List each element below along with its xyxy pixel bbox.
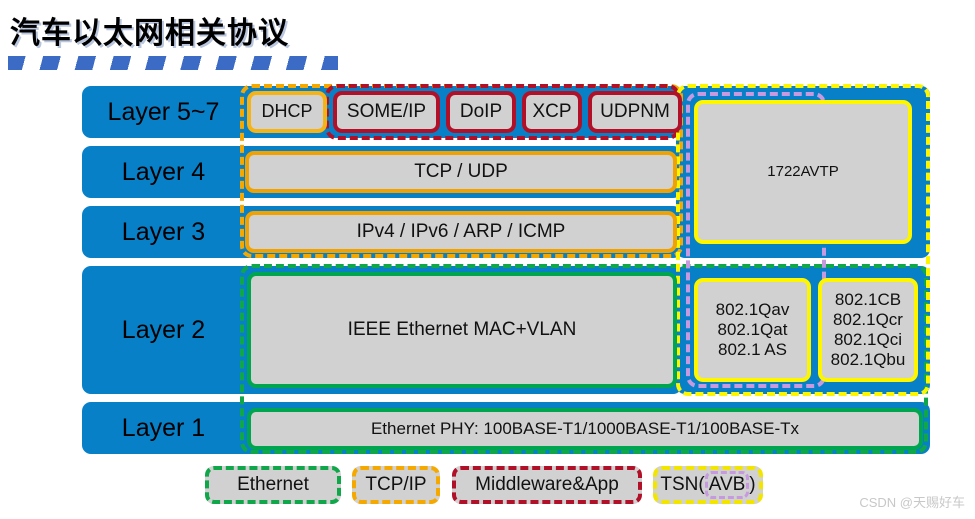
protocol-chip-phy[interactable]: Ethernet PHY: 100BASE-T1/1000BASE-T1/100…	[247, 408, 923, 450]
legend-tsn-suffix: )	[749, 474, 756, 495]
protocol-chip-xcp[interactable]: XCP	[522, 91, 582, 133]
protocol-chip-dhcp[interactable]: DHCP	[247, 91, 327, 133]
protocol-stack-diagram: Layer 5~7 Layer 4 Layer 3 Layer 2 Layer …	[0, 82, 975, 462]
protocol-chip-tsn-standards[interactable]: 802.1CB 802.1Qcr 802.1Qci 802.1Qbu	[818, 278, 918, 382]
layer-label-4: Layer 4	[121, 157, 206, 186]
legend-item-ethernet[interactable]: Ethernet	[205, 466, 341, 504]
layer-label-5-7: Layer 5~7	[107, 97, 220, 126]
page-title: 汽车以太网相关协议	[10, 17, 289, 50]
protocol-chip-tsn-avb-standards[interactable]: 802.1Qav 802.1Qat 802.1 AS	[694, 278, 811, 382]
protocol-chip-someip[interactable]: SOME/IP	[333, 91, 440, 133]
legend-item-middleware[interactable]: Middleware&App	[452, 466, 642, 504]
legend-tsn-prefix: TSN(	[660, 474, 705, 495]
legend-item-tcpip[interactable]: TCP/IP	[352, 466, 440, 504]
legend-item-tsn-avb[interactable]: TSN(AVB)	[653, 466, 763, 504]
protocol-chip-doip[interactable]: DoIP	[446, 91, 516, 133]
legend: Ethernet TCP/IP Middleware&App TSN(AVB)	[0, 466, 975, 514]
slide-root: 汽车以太网相关协议 Layer 5~7 Layer 4 Layer 3 Laye…	[0, 0, 975, 519]
layer-label-3: Layer 3	[121, 217, 206, 246]
protocol-chip-udpnm[interactable]: UDPNM	[588, 91, 682, 133]
protocol-chip-mac-vlan[interactable]: IEEE Ethernet MAC+VLAN	[247, 272, 677, 388]
title-stripe-decoration	[8, 56, 338, 70]
protocol-chip-ip-stack[interactable]: IPv4 / IPv6 / ARP / ICMP	[245, 211, 677, 253]
protocol-chip-tcp-udp[interactable]: TCP / UDP	[245, 151, 677, 193]
watermark: CSDN @天赐好车	[859, 495, 965, 510]
protocol-chip-avtp[interactable]: 1722AVTP	[694, 100, 912, 244]
layer-label-1: Layer 1	[121, 413, 206, 442]
legend-avb-badge: AVB	[704, 471, 750, 499]
layer-label-2: Layer 2	[121, 315, 206, 344]
